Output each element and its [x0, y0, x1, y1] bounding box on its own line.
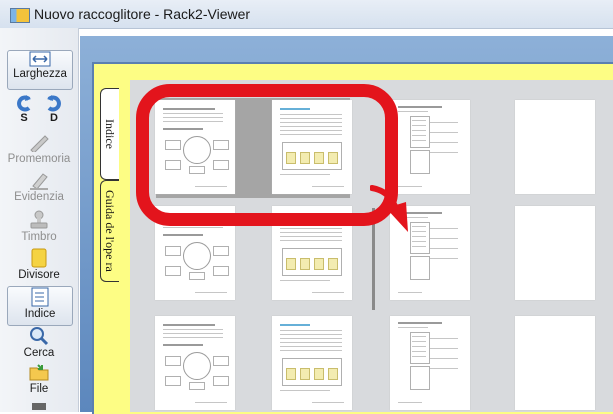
tab-guida[interactable]: Guida de l'ope ra — [100, 180, 119, 282]
page-thumbnail[interactable] — [515, 316, 595, 410]
page-thumbnail[interactable] — [272, 316, 352, 410]
divider-icon — [31, 248, 47, 268]
evidenzia-label: Evidenzia — [14, 191, 64, 203]
cerca-label: Cerca — [23, 347, 55, 359]
window-title: Nuovo raccoglitore - Rack2-Viewer — [34, 6, 251, 22]
page-thumbnail[interactable] — [155, 316, 235, 410]
file-icon — [29, 364, 49, 381]
indice-label: Indice — [24, 308, 56, 320]
page-thumbnail[interactable] — [515, 206, 595, 300]
toolbar-more[interactable] — [7, 400, 71, 412]
indice-button[interactable]: Indice — [7, 286, 73, 326]
evidenzia-button[interactable]: Evidenzia — [7, 170, 71, 206]
title-bar[interactable]: Nuovo raccoglitore - Rack2-Viewer — [0, 0, 613, 29]
divider-marker — [372, 208, 375, 310]
cerca-button[interactable]: Cerca — [7, 326, 71, 362]
timbro-button[interactable]: Timbro — [7, 210, 71, 246]
page-thumbnail[interactable] — [272, 100, 352, 194]
page-thumbnail[interactable] — [155, 206, 235, 300]
file-button[interactable]: File — [7, 362, 71, 400]
rotate-left-label: S — [20, 112, 28, 124]
left-toolbar: Larghezza S D Promemoria Evidenzia Timbr… — [0, 28, 79, 412]
rotate-right-button[interactable]: D — [41, 94, 67, 124]
tab-indice-label: Indice — [103, 119, 117, 149]
more-icon — [32, 403, 46, 410]
tab-indice[interactable]: Indice — [100, 88, 119, 180]
memo-icon — [30, 135, 49, 152]
stamp-icon — [30, 210, 48, 229]
page-thumbnail[interactable] — [272, 206, 352, 300]
app-icon — [10, 8, 30, 23]
timbro-label: Timbro — [21, 231, 57, 243]
rotate-right-label: D — [50, 112, 58, 124]
search-icon — [30, 327, 49, 346]
promemoria-button[interactable]: Promemoria — [7, 132, 71, 168]
larghezza-button[interactable]: Larghezza — [7, 50, 73, 90]
rotate-left-button[interactable]: S — [11, 94, 37, 124]
page-thumbnail[interactable] — [390, 316, 470, 410]
highlighter-icon — [30, 173, 48, 190]
index-icon — [31, 287, 49, 307]
larghezza-label: Larghezza — [13, 68, 67, 80]
page-thumbnail[interactable] — [390, 100, 470, 194]
page-thumbnail[interactable] — [155, 100, 235, 194]
promemoria-label: Promemoria — [7, 153, 71, 165]
page-thumbnail[interactable] — [515, 100, 595, 194]
divisore-button[interactable]: Divisore — [7, 248, 71, 284]
file-label: File — [29, 383, 49, 395]
page-thumbnail[interactable] — [390, 206, 470, 300]
fit-width-icon — [29, 51, 51, 67]
divisore-label: Divisore — [18, 269, 60, 281]
rotate-right-icon — [47, 95, 61, 112]
rotate-group: S D — [7, 94, 71, 128]
rotate-left-icon — [17, 95, 31, 112]
tab-guida-label: Guida de l'ope ra — [103, 190, 117, 272]
